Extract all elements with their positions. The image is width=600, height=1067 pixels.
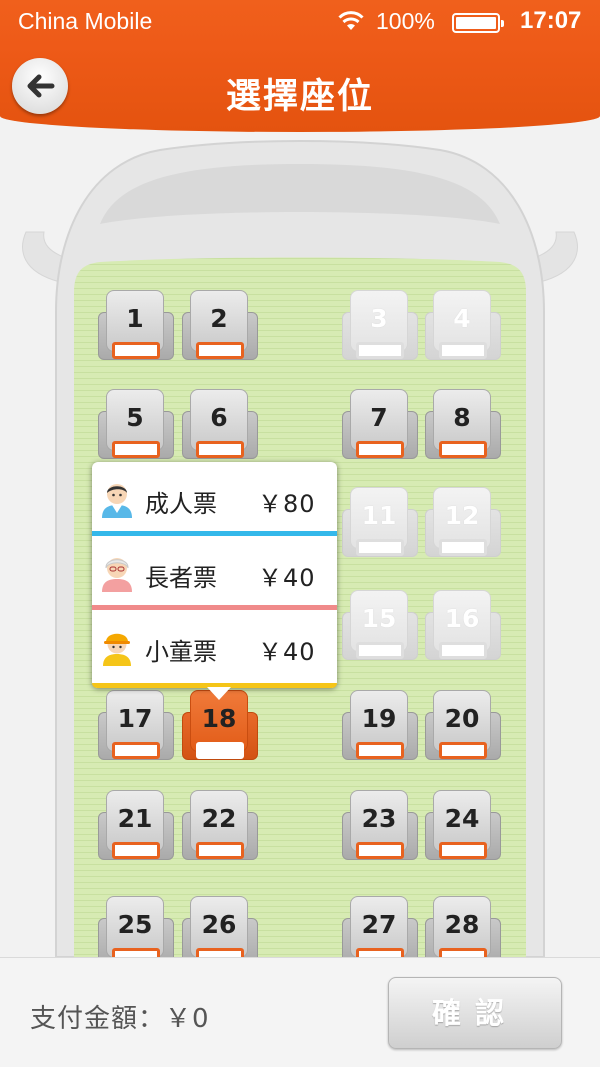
seat-number: 22 bbox=[201, 804, 237, 833]
seat-21[interactable]: 21 bbox=[98, 790, 174, 860]
status-bar: China Mobile 100% 17:07 bbox=[0, 0, 600, 46]
seat-15: 15 bbox=[342, 590, 418, 660]
seat-number: 21 bbox=[117, 804, 153, 833]
ticket-price: ￥40 bbox=[258, 564, 316, 592]
ticket-type-popup: 成人票 ￥80 長者票 ￥40 小童票 ￥40 bbox=[92, 462, 337, 700]
seat-18[interactable]: 18 bbox=[182, 690, 258, 760]
seat-number: 5 bbox=[126, 403, 144, 432]
seat-number: 24 bbox=[444, 804, 480, 833]
battery-icon bbox=[452, 13, 504, 33]
seat-number: 3 bbox=[370, 304, 388, 333]
payment-total: 支付金額：￥0 bbox=[30, 1004, 210, 1034]
seat-cushion bbox=[112, 948, 160, 957]
seat-number: 26 bbox=[201, 910, 237, 939]
seat-cushion bbox=[439, 842, 487, 859]
seat-cushion bbox=[196, 842, 244, 859]
ticket-option-elderly[interactable]: 長者票 ￥40 bbox=[92, 536, 337, 610]
seat-cushion bbox=[356, 342, 404, 359]
seat-25[interactable]: 25 bbox=[98, 896, 174, 957]
seat-3: 3 bbox=[342, 290, 418, 360]
seat-number: 15 bbox=[361, 604, 397, 633]
confirm-button[interactable]: 確認 bbox=[388, 977, 562, 1049]
seat-20[interactable]: 20 bbox=[425, 690, 501, 760]
seat-number: 6 bbox=[210, 403, 228, 432]
seat-cushion bbox=[196, 441, 244, 458]
adult-icon bbox=[102, 484, 132, 518]
seat-cushion bbox=[439, 742, 487, 759]
seat-cushion bbox=[356, 441, 404, 458]
ticket-label: 小童票 bbox=[145, 638, 217, 666]
seat-12: 12 bbox=[425, 487, 501, 557]
seat-1[interactable]: 1 bbox=[98, 290, 174, 360]
seat-19[interactable]: 19 bbox=[342, 690, 418, 760]
seat-cushion bbox=[439, 539, 487, 556]
seat-23[interactable]: 23 bbox=[342, 790, 418, 860]
seat-number: 12 bbox=[444, 501, 480, 530]
seat-cushion bbox=[112, 842, 160, 859]
ticket-label: 長者票 bbox=[145, 564, 217, 592]
seat-cushion bbox=[112, 441, 160, 458]
seat-number: 4 bbox=[453, 304, 471, 333]
carrier-name: China Mobile bbox=[18, 8, 153, 34]
divider-line bbox=[92, 683, 337, 688]
seat-cushion bbox=[439, 642, 487, 659]
page-title: 選擇座位 bbox=[225, 77, 374, 117]
seat-22[interactable]: 22 bbox=[182, 790, 258, 860]
seat-cushion bbox=[196, 742, 244, 759]
seat-number: 28 bbox=[444, 910, 480, 939]
seat-5[interactable]: 5 bbox=[98, 389, 174, 459]
seat-cushion bbox=[196, 948, 244, 957]
seat-cushion bbox=[356, 742, 404, 759]
seat-cushion bbox=[356, 948, 404, 957]
seat-number: 20 bbox=[444, 704, 480, 733]
seat-number: 8 bbox=[453, 403, 471, 432]
seat-7[interactable]: 7 bbox=[342, 389, 418, 459]
seat-cushion bbox=[112, 342, 160, 359]
ticket-option-adult[interactable]: 成人票 ￥80 bbox=[92, 462, 337, 536]
seat-cushion bbox=[356, 642, 404, 659]
seat-number: 19 bbox=[361, 704, 397, 733]
seat-number: 1 bbox=[126, 304, 144, 333]
seat-cushion bbox=[196, 342, 244, 359]
seat-cushion bbox=[439, 948, 487, 957]
footer-bar: 支付金額：￥0 確認 bbox=[0, 957, 600, 1067]
seat-cushion bbox=[356, 539, 404, 556]
clock: 17:07 bbox=[520, 7, 582, 34]
seat-number: 16 bbox=[444, 604, 480, 633]
seat-number: 17 bbox=[117, 704, 153, 733]
seat-26[interactable]: 26 bbox=[182, 896, 258, 957]
seat-28[interactable]: 28 bbox=[425, 896, 501, 957]
seat-17[interactable]: 17 bbox=[98, 690, 174, 760]
seat-2[interactable]: 2 bbox=[182, 290, 258, 360]
seat-4: 4 bbox=[425, 290, 501, 360]
seat-11: 11 bbox=[342, 487, 418, 557]
seat-6[interactable]: 6 bbox=[182, 389, 258, 459]
seat-cushion bbox=[112, 742, 160, 759]
child-icon bbox=[103, 633, 131, 666]
seat-number: 27 bbox=[361, 910, 397, 939]
seat-number: 18 bbox=[201, 704, 237, 733]
seat-number: 11 bbox=[361, 501, 397, 530]
seat-cushion bbox=[439, 441, 487, 458]
seat-27[interactable]: 27 bbox=[342, 896, 418, 957]
seat-16: 16 bbox=[425, 590, 501, 660]
seat-number: 7 bbox=[370, 403, 388, 432]
elderly-icon bbox=[102, 558, 132, 592]
seat-number: 2 bbox=[210, 304, 228, 333]
seat-cushion bbox=[356, 842, 404, 859]
seat-cushion bbox=[439, 342, 487, 359]
ticket-price: ￥40 bbox=[258, 638, 316, 666]
seat-24[interactable]: 24 bbox=[425, 790, 501, 860]
ticket-option-child[interactable]: 小童票 ￥40 bbox=[92, 610, 337, 688]
battery-percent: 100% bbox=[376, 8, 435, 34]
ticket-label: 成人票 bbox=[145, 490, 217, 518]
seat-8[interactable]: 8 bbox=[425, 389, 501, 459]
wifi-icon bbox=[338, 11, 364, 30]
ticket-price: ￥80 bbox=[258, 490, 316, 518]
seat-number: 23 bbox=[361, 804, 397, 833]
seat-number: 25 bbox=[117, 910, 153, 939]
header: 選擇座位 bbox=[0, 46, 600, 132]
